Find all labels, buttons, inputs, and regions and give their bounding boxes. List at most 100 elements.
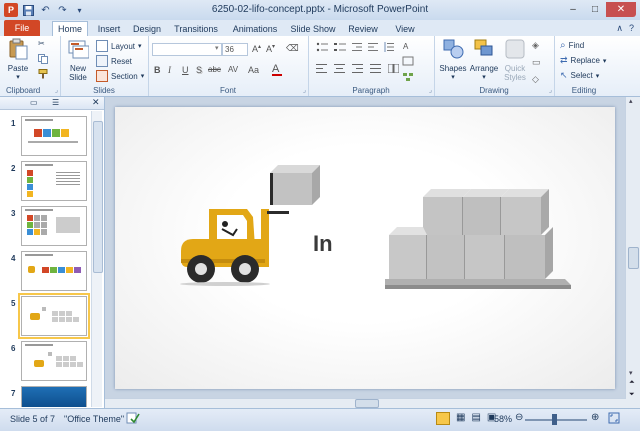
find-button[interactable]: ⌕ Find [560, 40, 584, 51]
character-spacing-button[interactable]: AV [228, 65, 238, 74]
tab-insert[interactable]: Insert [92, 22, 126, 36]
slide-thumbnail-2[interactable] [21, 161, 87, 201]
tab-transitions[interactable]: Transitions [170, 22, 222, 36]
reading-view-icon[interactable]: ▤ [471, 412, 480, 425]
slide-thumbnail-pane: ▭ ☰ ✕ 1 2 3 4 5 6 7 [0, 97, 105, 408]
shadow-button[interactable]: S [196, 65, 202, 75]
shape-outline-icon[interactable]: ▭ [532, 57, 541, 68]
font-name-combo[interactable] [152, 43, 222, 56]
slide-thumbnail-3[interactable] [21, 206, 87, 246]
slide-editing-area: In ▴ ▾ ⏶ ⏷ [105, 97, 640, 408]
tab-review[interactable]: Review [345, 22, 381, 36]
align-center-icon[interactable] [334, 64, 345, 73]
slide-thumbnail-6[interactable] [21, 341, 87, 381]
thumbnail-scrollbar[interactable] [91, 111, 103, 407]
clipboard-launcher-icon[interactable]: ⌟ [55, 86, 58, 94]
next-slide-icon[interactable]: ⏷ [629, 391, 635, 399]
bold-button[interactable]: B [154, 65, 161, 75]
decrease-indent-icon[interactable] [352, 42, 362, 52]
font-size-combo[interactable]: 36 [222, 43, 248, 56]
tab-slide-show[interactable]: Slide Show [290, 22, 336, 36]
previous-slide-icon[interactable]: ⏶ [629, 379, 635, 387]
arrange-icon [474, 39, 493, 56]
scroll-down-icon[interactable]: ▾ [629, 369, 633, 377]
slide-text-in[interactable]: In [313, 231, 333, 257]
align-text-icon[interactable] [402, 56, 414, 66]
copy-icon[interactable] [38, 54, 48, 64]
vertical-scroll-thumb[interactable] [628, 247, 639, 269]
minimize-ribbon-icon[interactable]: ∧ [616, 23, 623, 34]
new-slide-button[interactable]: New Slide [64, 38, 92, 82]
font-launcher-icon[interactable]: ⌟ [303, 86, 306, 94]
select-button[interactable]: ↖ Select ▾ [560, 70, 599, 81]
shape-fill-icon[interactable]: ◈ [532, 40, 541, 51]
zoom-out-icon[interactable]: ⊖ [515, 412, 523, 423]
strikethrough-button[interactable]: abc [208, 65, 221, 74]
tab-design[interactable]: Design [130, 22, 164, 36]
layout-button[interactable]: Layout ▾ [96, 40, 142, 52]
text-direction-icon[interactable]: A [402, 40, 414, 50]
justify-icon[interactable] [370, 64, 381, 73]
line-spacing-icon[interactable] [384, 42, 394, 52]
scroll-up-icon[interactable]: ▴ [629, 97, 633, 105]
stacked-boxes-graphic[interactable] [385, 187, 575, 297]
horizontal-scroll-thumb[interactable] [355, 399, 379, 408]
slide-thumbnail-4[interactable] [21, 251, 87, 291]
close-pane-icon[interactable]: ✕ [92, 97, 100, 108]
bullets-icon[interactable] [316, 42, 328, 52]
increase-indent-icon[interactable] [368, 42, 378, 52]
theme-name[interactable]: "Office Theme" [64, 414, 124, 424]
slide-thumbnail-5[interactable] [18, 293, 90, 339]
help-icon[interactable]: ? [629, 23, 634, 34]
spelling-check-icon[interactable] [126, 412, 140, 426]
slide-thumbnail-7[interactable] [21, 386, 87, 407]
outline-tab-icon[interactable]: ☰ [52, 98, 59, 107]
replace-button[interactable]: ⇄ Replace ▾ [560, 55, 606, 66]
columns-icon[interactable] [388, 64, 399, 73]
tab-file[interactable]: File [4, 20, 40, 36]
paragraph-launcher-icon[interactable]: ⌟ [429, 86, 432, 94]
font-color-icon[interactable]: A [272, 63, 282, 76]
slides-tab-icon[interactable]: ▭ [30, 98, 38, 107]
italic-button[interactable]: I [168, 65, 171, 75]
tab-animations[interactable]: Animations [230, 22, 280, 36]
section-button[interactable]: Section ▾ [96, 70, 144, 82]
paste-dropdown-icon[interactable]: ▾ [4, 73, 32, 81]
tab-view[interactable]: View [390, 22, 420, 36]
shrink-font-icon[interactable]: A▾ [266, 43, 275, 54]
slide-canvas[interactable]: In [115, 107, 615, 389]
quick-styles-button[interactable]: Quick Styles [500, 38, 530, 82]
grow-font-icon[interactable]: A▴ [252, 43, 261, 54]
vertical-scrollbar[interactable]: ▴ ▾ ⏶ ⏷ [625, 97, 640, 408]
shapes-button[interactable]: Shapes ▾ [438, 38, 468, 81]
format-painter-icon[interactable] [38, 69, 48, 79]
slide-thumbnail-1[interactable] [21, 116, 87, 156]
thumbnail-scroll-thumb[interactable] [93, 121, 103, 273]
shape-effects-icon[interactable]: ◇ [532, 74, 541, 85]
forklift-graphic[interactable] [175, 159, 335, 289]
align-right-icon[interactable] [352, 64, 363, 73]
cut-icon[interactable]: ✂ [38, 39, 45, 48]
normal-view-icon[interactable] [436, 412, 450, 425]
close-icon[interactable]: ✕ [606, 2, 636, 17]
fit-to-window-icon[interactable] [608, 412, 620, 426]
slide-sorter-icon[interactable]: ▦ [456, 412, 465, 425]
font-name-dropdown-icon[interactable]: ▾ [215, 44, 219, 52]
zoom-slider-thumb[interactable] [552, 414, 557, 425]
tab-home[interactable]: Home [52, 21, 88, 37]
reset-button[interactable]: Reset [96, 55, 132, 67]
arrange-button[interactable]: Arrange ▾ [468, 38, 500, 81]
clear-formatting-icon[interactable]: ⌫ [286, 43, 299, 54]
align-left-icon[interactable] [316, 64, 327, 73]
change-case-button[interactable]: Aa [248, 65, 259, 75]
zoom-in-icon[interactable]: ⊕ [591, 412, 599, 423]
paste-button[interactable]: Paste ▾ [4, 38, 32, 81]
numbering-icon[interactable] [334, 42, 346, 52]
zoom-level[interactable]: 58% [494, 414, 512, 424]
drawing-launcher-icon[interactable]: ⌟ [549, 86, 552, 94]
horizontal-scrollbar[interactable] [105, 398, 626, 408]
minimize-icon[interactable]: – [562, 2, 584, 17]
underline-button[interactable]: U [182, 65, 189, 75]
convert-to-smartart-icon[interactable] [402, 72, 414, 82]
maximize-icon[interactable]: □ [584, 2, 606, 17]
